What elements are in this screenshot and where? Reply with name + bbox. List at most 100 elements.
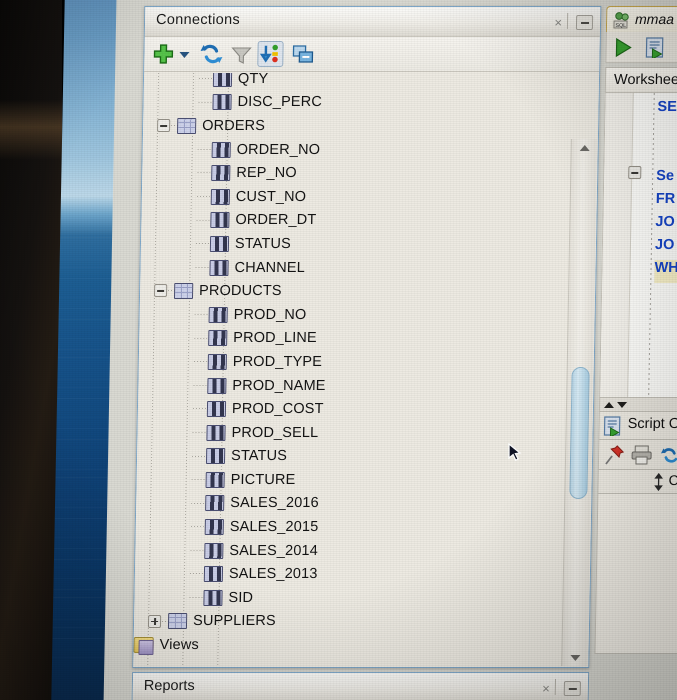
- tree-node-label: CHANNEL: [234, 259, 306, 276]
- reports-panel: Reports ×: [131, 672, 590, 700]
- worksheet-tab[interactable]: Workshee: [604, 67, 677, 93]
- reports-minimize-button[interactable]: [563, 681, 581, 696]
- close-icon[interactable]: ×: [554, 15, 562, 30]
- tree-node-label: PROD_SELL: [231, 424, 319, 441]
- dropdown-arrow-icon[interactable]: [176, 41, 192, 67]
- resize-handle-icon[interactable]: [652, 472, 664, 496]
- editor-column: SQL mmaa Workshee SE Se FR JO JO WH Scri…: [593, 6, 677, 700]
- tree-node-label: SALES_2015: [229, 519, 319, 536]
- column-icon: [203, 566, 224, 583]
- tree-row[interactable]: SUPPLIERS: [134, 610, 561, 634]
- scroll-up-button[interactable]: [572, 139, 598, 156]
- tree-row[interactable]: STATUS: [137, 445, 564, 469]
- code-line[interactable]: JO: [655, 214, 677, 237]
- tree-row[interactable]: STATUS: [141, 232, 568, 256]
- connection-tab[interactable]: SQL mmaa: [605, 6, 677, 32]
- tree-node-label: CUST_NO: [235, 188, 307, 205]
- refresh-icon[interactable]: [198, 41, 224, 67]
- run-statement-icon[interactable]: [612, 37, 634, 63]
- tree-elbow-line: [195, 243, 209, 245]
- tree-node-label: PROD_NO: [233, 306, 307, 323]
- sql-connection-icon: SQL: [612, 11, 632, 29]
- code-line[interactable]: FR: [656, 191, 677, 214]
- collapse-node-icon[interactable]: [157, 119, 171, 133]
- tree-row[interactable]: CHANNEL: [140, 256, 567, 280]
- pin-icon[interactable]: [605, 444, 625, 470]
- tree-row[interactable]: PROD_SELL: [137, 421, 564, 445]
- column-icon: [210, 212, 230, 229]
- reports-title-divider: [554, 679, 557, 695]
- tree-node-label: PICTURE: [230, 471, 296, 488]
- tree-scroll-pane[interactable]: QTY DISC_PERC ORDERS ORDER_NO REP_NO CUST_NO O…: [133, 73, 571, 667]
- code-line[interactable]: Se: [656, 168, 677, 191]
- tree-row[interactable]: Views: [133, 633, 560, 657]
- code-fold-toggle[interactable]: [628, 166, 642, 179]
- splitter-up-icon: [603, 402, 615, 408]
- tree-row[interactable]: PROD_NO: [139, 303, 566, 327]
- sql-editor[interactable]: SE Se FR JO JO WH: [599, 93, 677, 398]
- scroll-down-button[interactable]: [562, 649, 588, 666]
- code-line[interactable]: [657, 122, 677, 145]
- scrollbar-thumb[interactable]: [569, 367, 590, 499]
- tree-node-label: PROD_LINE: [233, 330, 317, 347]
- print-icon[interactable]: [631, 445, 652, 470]
- tree-row[interactable]: SID: [134, 586, 561, 610]
- tree-row[interactable]: ORDER_DT: [141, 209, 568, 233]
- column-icon: [209, 235, 230, 252]
- script-output-body[interactable]: [594, 494, 677, 654]
- tree-elbow-line: [197, 172, 211, 174]
- new-connection-icon[interactable]: [150, 41, 176, 67]
- code-line-list[interactable]: SE Se FR JO JO WH: [654, 99, 677, 283]
- column-icon: [211, 165, 231, 182]
- column-icon: [205, 471, 225, 488]
- tree-row[interactable]: ORDERS: [143, 114, 570, 138]
- tree-row[interactable]: PROD_LINE: [139, 327, 566, 351]
- tree-node-label: ORDER_DT: [235, 212, 317, 229]
- collapse-node-icon[interactable]: [154, 284, 168, 298]
- run-script-icon[interactable]: [644, 37, 666, 63]
- tree-node-label: SUPPLIERS: [192, 613, 276, 630]
- tree-node-label: STATUS: [234, 235, 292, 252]
- connections-toolbar: [144, 37, 600, 72]
- code-line[interactable]: SE: [657, 99, 677, 122]
- tree-row[interactable]: PICTURE: [136, 468, 563, 492]
- collapse-all-icon[interactable]: [290, 41, 316, 67]
- tree-row[interactable]: ORDER_NO: [142, 138, 569, 162]
- tree-row[interactable]: PROD_NAME: [138, 374, 565, 398]
- code-line[interactable]: WH: [654, 260, 677, 283]
- connections-tree[interactable]: QTY DISC_PERC ORDERS ORDER_NO REP_NO CUST_NO O…: [133, 73, 600, 667]
- tree-elbow-line: [189, 573, 203, 575]
- connections-title-bar: Connections ×: [144, 7, 601, 37]
- tree-elbow-line: [199, 78, 213, 79]
- tree-elbow-line: [194, 337, 208, 339]
- tree-row[interactable]: REP_NO: [142, 161, 569, 185]
- tree-row[interactable]: PRODUCTS: [140, 279, 567, 303]
- tree-row[interactable]: CUST_NO: [142, 185, 569, 209]
- sort-icon[interactable]: [257, 41, 284, 67]
- editor-splitter[interactable]: [598, 398, 677, 412]
- tree-row[interactable]: PROD_COST: [138, 397, 565, 421]
- tree-row[interactable]: SALES_2014: [135, 539, 562, 563]
- tree-elbow-line: [195, 266, 209, 268]
- tree-row-list[interactable]: QTY DISC_PERC ORDERS ORDER_NO REP_NO CUST_NO O…: [133, 73, 571, 657]
- tree-row[interactable]: SALES_2013: [135, 562, 562, 586]
- reports-close-icon[interactable]: ×: [542, 681, 550, 696]
- tree-row[interactable]: SALES_2015: [136, 515, 563, 539]
- editor-toolbar: [605, 32, 677, 63]
- filter-icon[interactable]: [228, 41, 254, 67]
- tree-row[interactable]: PROD_TYPE: [139, 350, 566, 374]
- tree-row[interactable]: SALES_2016: [136, 492, 563, 516]
- minimize-button[interactable]: [575, 15, 594, 30]
- tree-row[interactable]: DISC_PERC: [143, 91, 570, 115]
- code-line[interactable]: [656, 145, 677, 168]
- connection-name: mmaa: [634, 11, 675, 27]
- refresh-icon[interactable]: [659, 445, 677, 470]
- script-output-column-label: C: [668, 472, 677, 488]
- tree-node-label: PROD_COST: [231, 401, 324, 418]
- expand-node-icon[interactable]: [147, 614, 162, 628]
- code-line[interactable]: JO: [655, 237, 677, 260]
- tree-row[interactable]: QTY: [144, 73, 571, 91]
- tree-elbow-line: [190, 526, 204, 528]
- script-output-column-header[interactable]: C: [597, 470, 677, 494]
- connections-panel: Connections × QTY DISC_PERC ORDERS ORDER…: [132, 6, 602, 668]
